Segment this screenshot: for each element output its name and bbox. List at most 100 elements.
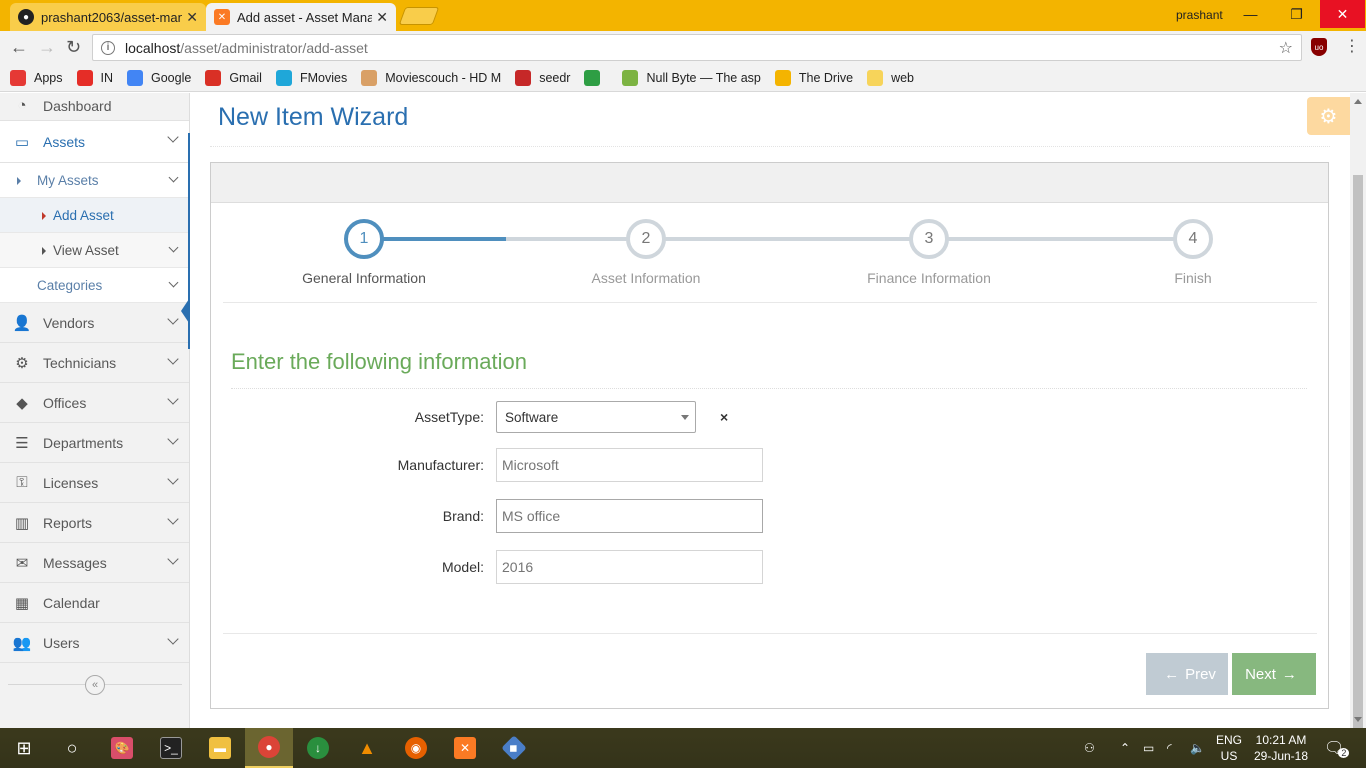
scroll-down-icon[interactable]: [1354, 717, 1362, 722]
url-host: localhost: [125, 39, 181, 56]
search-icon[interactable]: ○: [48, 728, 96, 768]
clock[interactable]: 10:21 AM 29-Jun-18: [1250, 732, 1312, 764]
url-path: /asset/administrator/add-asset: [180, 39, 368, 56]
sidebar-item-label: Calendar: [43, 594, 100, 611]
reload-icon[interactable]: ↻: [66, 37, 81, 58]
brand-input[interactable]: [496, 499, 763, 533]
bookmark-item[interactable]: IN: [76, 69, 113, 86]
sidebar-item-view-asset[interactable]: View Asset: [0, 233, 189, 268]
sidebar-item-label: Vendors: [43, 314, 95, 331]
sidebar-item-reports[interactable]: ▥ Reports: [0, 503, 189, 543]
battery-icon[interactable]: ▭: [1143, 728, 1154, 768]
sidebar-item-departments[interactable]: ☰ Departments: [0, 423, 189, 463]
terminal-icon[interactable]: >_: [147, 728, 195, 768]
ublock-icon[interactable]: uo: [1311, 38, 1327, 56]
file-explorer-icon[interactable]: ▬: [196, 728, 244, 768]
bookmark-item[interactable]: Moviescouch - HD M: [361, 69, 501, 86]
scroll-up-icon[interactable]: [1354, 99, 1362, 104]
tab-add-asset[interactable]: ✕ Add asset - Asset Manage ✕: [206, 3, 396, 31]
chevron-down-icon: [167, 433, 179, 445]
sidebar-item-label: Offices: [43, 394, 87, 411]
close-icon[interactable]: ✕: [186, 9, 198, 26]
sidebar-item-calendar[interactable]: ▦ Calendar: [0, 583, 189, 623]
xampp-icon[interactable]: ✕: [441, 728, 489, 768]
bookmark-item[interactable]: Null Byte — The asp: [622, 69, 761, 86]
tray-chevron-up-icon[interactable]: ⌃: [1120, 728, 1130, 768]
bookmark-item[interactable]: seedr: [515, 69, 570, 86]
menu-icon[interactable]: ⋮: [1344, 36, 1360, 56]
restore-icon[interactable]: ❐: [1274, 0, 1319, 28]
bookmark-item[interactable]: Apps: [10, 69, 63, 86]
paint-icon[interactable]: 🎨: [98, 728, 146, 768]
next-label: Next: [1245, 665, 1276, 683]
bookmark-item[interactable]: Gmail: [205, 69, 262, 86]
people-icon[interactable]: ⚇: [1084, 728, 1095, 768]
two-badge-icon: [584, 69, 601, 86]
volume-icon[interactable]: 🔈: [1190, 728, 1205, 768]
sidebar-item-technicians[interactable]: ⚙ Technicians: [0, 343, 189, 383]
vlc-icon[interactable]: ▲: [343, 728, 391, 768]
drive-icon: [774, 69, 791, 86]
info-icon[interactable]: i: [101, 40, 115, 55]
brand-label: Brand:: [442, 508, 484, 524]
bookmark-item[interactable]: The Drive: [774, 69, 853, 86]
profile-name[interactable]: prashant: [1176, 8, 1223, 22]
bookmark-item[interactable]: FMovies: [275, 69, 347, 86]
windows-taskbar: ⊞ ○ 🎨 >_ ▬ ● ↓ ▲ ◉ ✕ ◆ ⚇ ⌃ ▭ ◜ 🔈 ENG US …: [0, 728, 1366, 768]
clear-selection-icon[interactable]: ×: [720, 409, 728, 425]
back-icon[interactable]: ←: [10, 37, 28, 58]
dashboard-icon: ◔: [17, 97, 27, 114]
settings-gear-icon[interactable]: ⚙: [1307, 97, 1350, 135]
model-input[interactable]: [496, 550, 763, 584]
tab-github[interactable]: ● prashant2063/asset-mana ✕: [10, 3, 206, 31]
action-center-icon[interactable]: 🗨 2: [1324, 728, 1350, 768]
prev-button[interactable]: ← Prev: [1146, 653, 1228, 695]
step-number: 4: [1173, 219, 1213, 259]
bookmark-star-icon[interactable]: ☆: [1279, 38, 1293, 58]
sidebar-item-dashboard[interactable]: ◔ Dashboard: [0, 91, 189, 121]
close-window-icon[interactable]: ✕: [1320, 0, 1365, 28]
sidebar-item-messages[interactable]: ✉ Messages: [0, 543, 189, 583]
sidebar-item-label: Dashboard: [43, 97, 112, 114]
bookmark-item[interactable]: Google: [127, 69, 191, 86]
chrome-icon[interactable]: ●: [245, 728, 293, 768]
internet-download-manager-icon[interactable]: ↓: [294, 728, 342, 768]
sidebar-item-vendors[interactable]: 👤 Vendors: [0, 303, 189, 343]
sidebar-item-my-assets[interactable]: My Assets: [0, 163, 189, 198]
youtube-icon: [76, 69, 93, 86]
bookmark-item[interactable]: [584, 69, 608, 86]
forward-icon[interactable]: →: [38, 37, 56, 58]
wifi-icon[interactable]: ◜: [1167, 728, 1172, 768]
asset-type-select[interactable]: Software: [496, 401, 696, 433]
main-content: New Item Wizard ⚙ 1 General Information …: [190, 93, 1350, 728]
new-tab-button[interactable]: [398, 7, 440, 25]
sidebar-item-add-asset[interactable]: Add Asset: [0, 198, 189, 233]
sidebar-item-label: Messages: [43, 554, 107, 571]
wizard-step-1[interactable]: 1 General Information: [274, 219, 454, 286]
sidebar-item-assets[interactable]: ▭ Assets: [0, 121, 189, 163]
asset-type-value: Software: [505, 409, 559, 425]
sidebar-item-categories[interactable]: Categories: [0, 268, 189, 303]
sidebar-item-licenses[interactable]: ⚿ Licenses: [0, 463, 189, 503]
sidebar-item-users[interactable]: 👥 Users: [0, 623, 189, 663]
git-icon[interactable]: ◆: [490, 728, 538, 768]
arrow-left-icon: ←: [1164, 665, 1180, 683]
manufacturer-input[interactable]: [496, 448, 763, 482]
address-bar[interactable]: i localhost/asset/administrator/add-asse…: [92, 34, 1302, 61]
next-button[interactable]: Next →: [1232, 653, 1316, 695]
github-icon: ●: [18, 9, 34, 25]
sidebar-collapse-button[interactable]: «: [85, 675, 105, 695]
wizard-step-4[interactable]: 4 Finish: [1103, 219, 1283, 286]
sidebar-item-label: Users: [43, 634, 80, 651]
firefox-icon[interactable]: ◉: [392, 728, 440, 768]
sidebar-item-offices[interactable]: ◆ Offices: [0, 383, 189, 423]
scroll-thumb[interactable]: [1353, 175, 1363, 740]
page-scrollbar[interactable]: [1350, 93, 1366, 740]
wizard-step-3[interactable]: 3 Finance Information: [839, 219, 1019, 286]
bookmark-item[interactable]: web: [867, 69, 914, 86]
wizard-step-2[interactable]: 2 Asset Information: [556, 219, 736, 286]
minimize-icon[interactable]: —: [1228, 0, 1273, 28]
language-indicator[interactable]: ENG US: [1212, 732, 1246, 764]
close-icon[interactable]: ✕: [376, 9, 388, 26]
windows-start-icon[interactable]: ⊞: [0, 728, 48, 768]
